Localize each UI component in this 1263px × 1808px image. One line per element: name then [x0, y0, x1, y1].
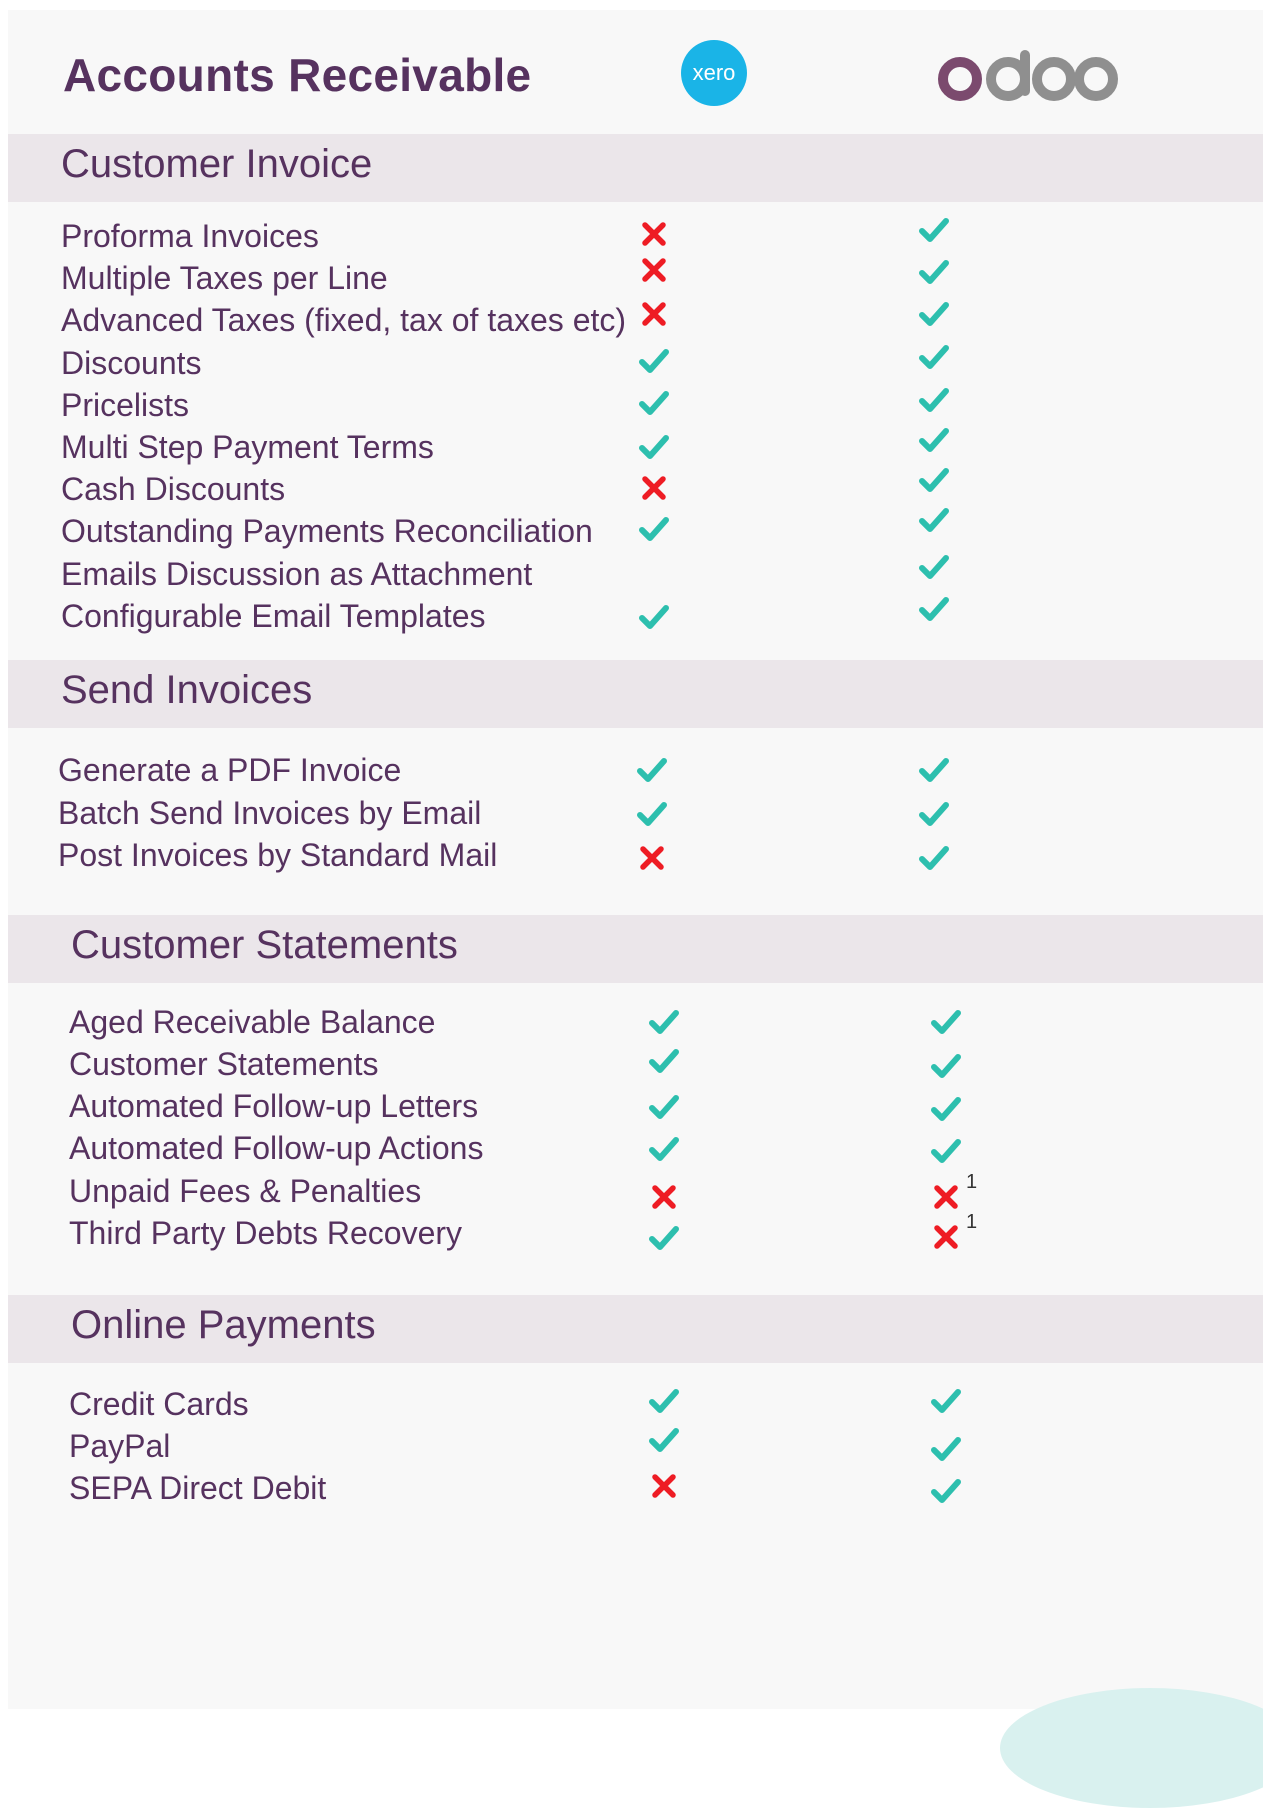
xero-check-icon — [648, 1385, 680, 1417]
feature-label: Discounts — [61, 345, 202, 381]
xero-check-icon — [638, 431, 670, 463]
xero-cross-icon — [638, 472, 670, 504]
odoo-check-icon — [930, 1135, 962, 1167]
feature-label: Pricelists — [61, 387, 190, 423]
section-band: Customer Invoice — [8, 134, 1263, 202]
odoo-check-icon — [918, 842, 950, 874]
odoo-check-icon — [918, 298, 950, 330]
xero-cross-icon — [636, 842, 668, 874]
feature-label: Outstanding Payments Reconciliation — [61, 513, 593, 549]
page-title: Accounts Receivable — [63, 49, 532, 101]
section-band: Online Payments — [8, 1295, 1263, 1363]
feature-label: Post Invoices by Standard Mail — [58, 837, 498, 873]
xero-check-icon — [638, 387, 670, 419]
section-title: Customer Invoice — [61, 142, 373, 186]
feature-label: Cash Discounts — [61, 471, 286, 507]
feature-label: Multi Step Payment Terms — [61, 429, 434, 465]
feature-label: Third Party Debts Recovery — [69, 1215, 463, 1251]
xero-check-icon — [648, 1006, 680, 1038]
section-band: Customer Statements — [8, 915, 1263, 983]
xero-logo: xero — [681, 40, 747, 106]
section-title: Online Payments — [71, 1303, 376, 1347]
feature-label: SEPA Direct Debit — [69, 1470, 327, 1506]
odoo-check-icon — [930, 1093, 962, 1125]
odoo-check-icon — [930, 1475, 962, 1507]
xero-cross-icon — [638, 298, 670, 330]
xero-check-icon — [638, 345, 670, 377]
odoo-check-icon — [930, 1006, 962, 1038]
feature-label: Proforma Invoices — [61, 218, 319, 254]
xero-check-icon — [638, 513, 670, 545]
odoo-check-icon — [918, 464, 950, 496]
xero-check-icon — [648, 1424, 680, 1456]
odoo-check-icon — [918, 754, 950, 786]
xero-check-icon — [638, 601, 670, 633]
odoo-check-icon — [918, 214, 950, 246]
xero-check-icon — [648, 1133, 680, 1165]
header: Accounts Receivable xero — [8, 10, 1263, 134]
xero-logo-text: xero — [692, 60, 736, 85]
section-title: Customer Statements — [71, 923, 458, 967]
feature-label: Generate a PDF Invoice — [58, 752, 402, 788]
xero-check-icon — [648, 1091, 680, 1123]
odoo-check-icon — [918, 424, 950, 456]
feature-label: Customer Statements — [69, 1046, 379, 1082]
odoo-check-icon — [930, 1385, 962, 1417]
odoo-check-icon — [918, 256, 950, 288]
xero-check-icon — [636, 798, 668, 830]
odoo-cross-icon — [930, 1181, 962, 1213]
odoo-logo — [938, 50, 1118, 107]
xero-cross-icon — [638, 254, 670, 286]
xero-cross-icon — [648, 1470, 680, 1502]
xero-check-icon — [636, 754, 668, 786]
feature-label: Automated Follow-up Letters — [69, 1088, 479, 1124]
odoo-logo-graphic — [938, 50, 1118, 101]
odoo-check-icon — [918, 593, 950, 625]
feature-label: Batch Send Invoices by Email — [58, 795, 482, 831]
odoo-cross-icon — [930, 1221, 962, 1253]
feature-label: PayPal — [69, 1428, 171, 1464]
section-title: Send Invoices — [61, 668, 313, 712]
comparison-sheet: Accounts Receivable xero Customer Invoic… — [8, 10, 1263, 1709]
footnote-marker: 1 — [966, 1211, 978, 1233]
odoo-check-icon — [918, 551, 950, 583]
odoo-check-icon — [930, 1433, 962, 1465]
odoo-check-icon — [918, 384, 950, 416]
odoo-check-icon — [918, 798, 950, 830]
feature-label: Advanced Taxes (fixed, tax of taxes etc) — [61, 302, 627, 338]
xero-check-icon — [648, 1045, 680, 1077]
feature-label: Credit Cards — [69, 1386, 249, 1422]
section-band: Send Invoices — [8, 660, 1263, 728]
xero-cross-icon — [648, 1181, 680, 1213]
odoo-check-icon — [930, 1050, 962, 1082]
xero-cross-icon — [638, 218, 670, 250]
odoo-check-icon — [918, 341, 950, 373]
feature-label: Unpaid Fees & Penalties — [69, 1173, 422, 1209]
odoo-check-icon — [918, 504, 950, 536]
feature-label: Configurable Email Templates — [61, 598, 486, 634]
feature-label: Multiple Taxes per Line — [61, 260, 388, 296]
footnote-marker: 1 — [966, 1171, 978, 1193]
feature-label: Aged Receivable Balance — [69, 1004, 436, 1040]
feature-label: Automated Follow-up Actions — [69, 1130, 484, 1166]
xero-check-icon — [648, 1222, 680, 1254]
feature-label: Emails Discussion as Attachment — [61, 556, 533, 592]
